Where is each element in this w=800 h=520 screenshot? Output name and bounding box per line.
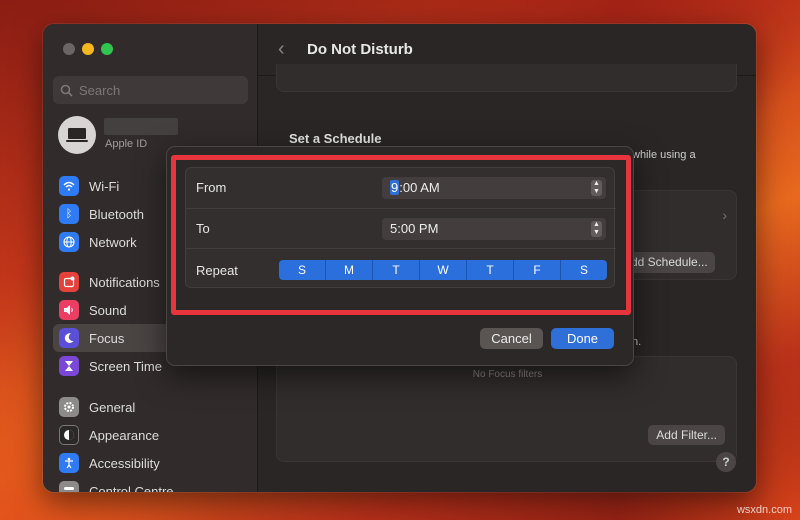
no-filters-text: No Focus filters	[472, 369, 543, 380]
sidebar-item-label: Control Centre	[89, 483, 174, 493]
appearance-icon	[59, 425, 79, 445]
sidebar-item-label: Appearance	[89, 427, 160, 443]
wifi-icon	[59, 176, 79, 196]
red-highlight-frame	[171, 155, 631, 315]
computer-icon	[66, 128, 88, 142]
sidebar-item-label: Bluetooth	[89, 206, 144, 222]
sidebar-item-label: Accessibility	[89, 455, 160, 471]
sidebar-item-general[interactable]: General	[53, 393, 248, 421]
apple-id-account[interactable]: Apple ID	[58, 116, 178, 154]
hourglass-icon	[59, 356, 79, 376]
avatar	[58, 116, 96, 154]
zoom-button[interactable]	[101, 43, 113, 55]
control-centre-icon	[59, 481, 79, 492]
back-chevron-icon[interactable]: ‹	[278, 38, 285, 61]
account-name-redacted	[104, 118, 178, 135]
add-schedule-button[interactable]: dd Schedule...	[621, 252, 715, 273]
watermark: wsxdn.com	[736, 504, 792, 516]
sidebar-item-label: Screen Time	[89, 358, 162, 374]
cancel-button[interactable]: Cancel	[480, 328, 543, 349]
sidebar-item-label: Sound	[89, 302, 127, 318]
schedule-description-fragment: while using a	[632, 149, 696, 161]
sidebar-item-label: Notifications	[89, 274, 160, 290]
search-input[interactable]: Search	[53, 76, 248, 104]
schedule-heading: Set a Schedule	[289, 131, 382, 146]
sound-icon	[59, 300, 79, 320]
sidebar-item-appearance[interactable]: Appearance	[53, 421, 248, 449]
settings-card-top	[276, 64, 737, 92]
moon-icon	[59, 328, 79, 348]
sidebar-item-label: Focus	[89, 330, 125, 346]
add-filter-button[interactable]: Add Filter...	[648, 425, 725, 445]
help-button[interactable]: ?	[716, 452, 736, 472]
accessibility-icon	[59, 453, 79, 473]
done-button[interactable]: Done	[551, 328, 614, 349]
add-schedule-label: dd Schedule...	[631, 255, 708, 269]
apple-id-label: Apple ID	[105, 138, 148, 150]
minimize-button[interactable]	[82, 43, 94, 55]
sidebar-item-control-centre[interactable]: Control Centre	[53, 477, 248, 492]
search-placeholder: Search	[79, 82, 121, 98]
window-controls	[63, 43, 113, 55]
nav-group-system: General Appearance Accessibility Control…	[53, 393, 248, 492]
focus-filters-card: No Focus filters Add Filter...	[276, 356, 737, 462]
page-title: Do Not Disturb	[307, 41, 413, 58]
sidebar-item-label: Network	[89, 234, 137, 250]
network-globe-icon	[59, 232, 79, 252]
notifications-icon	[59, 272, 79, 292]
search-icon	[60, 84, 73, 97]
bluetooth-icon: ᛒ	[59, 204, 79, 224]
sidebar-item-label: General	[89, 399, 136, 415]
sidebar-item-accessibility[interactable]: Accessibility	[53, 449, 248, 477]
close-button[interactable]	[63, 43, 75, 55]
sidebar-item-label: Wi-Fi	[89, 178, 120, 194]
gear-icon	[59, 397, 79, 417]
chevron-right-icon[interactable]: ›	[722, 207, 727, 223]
